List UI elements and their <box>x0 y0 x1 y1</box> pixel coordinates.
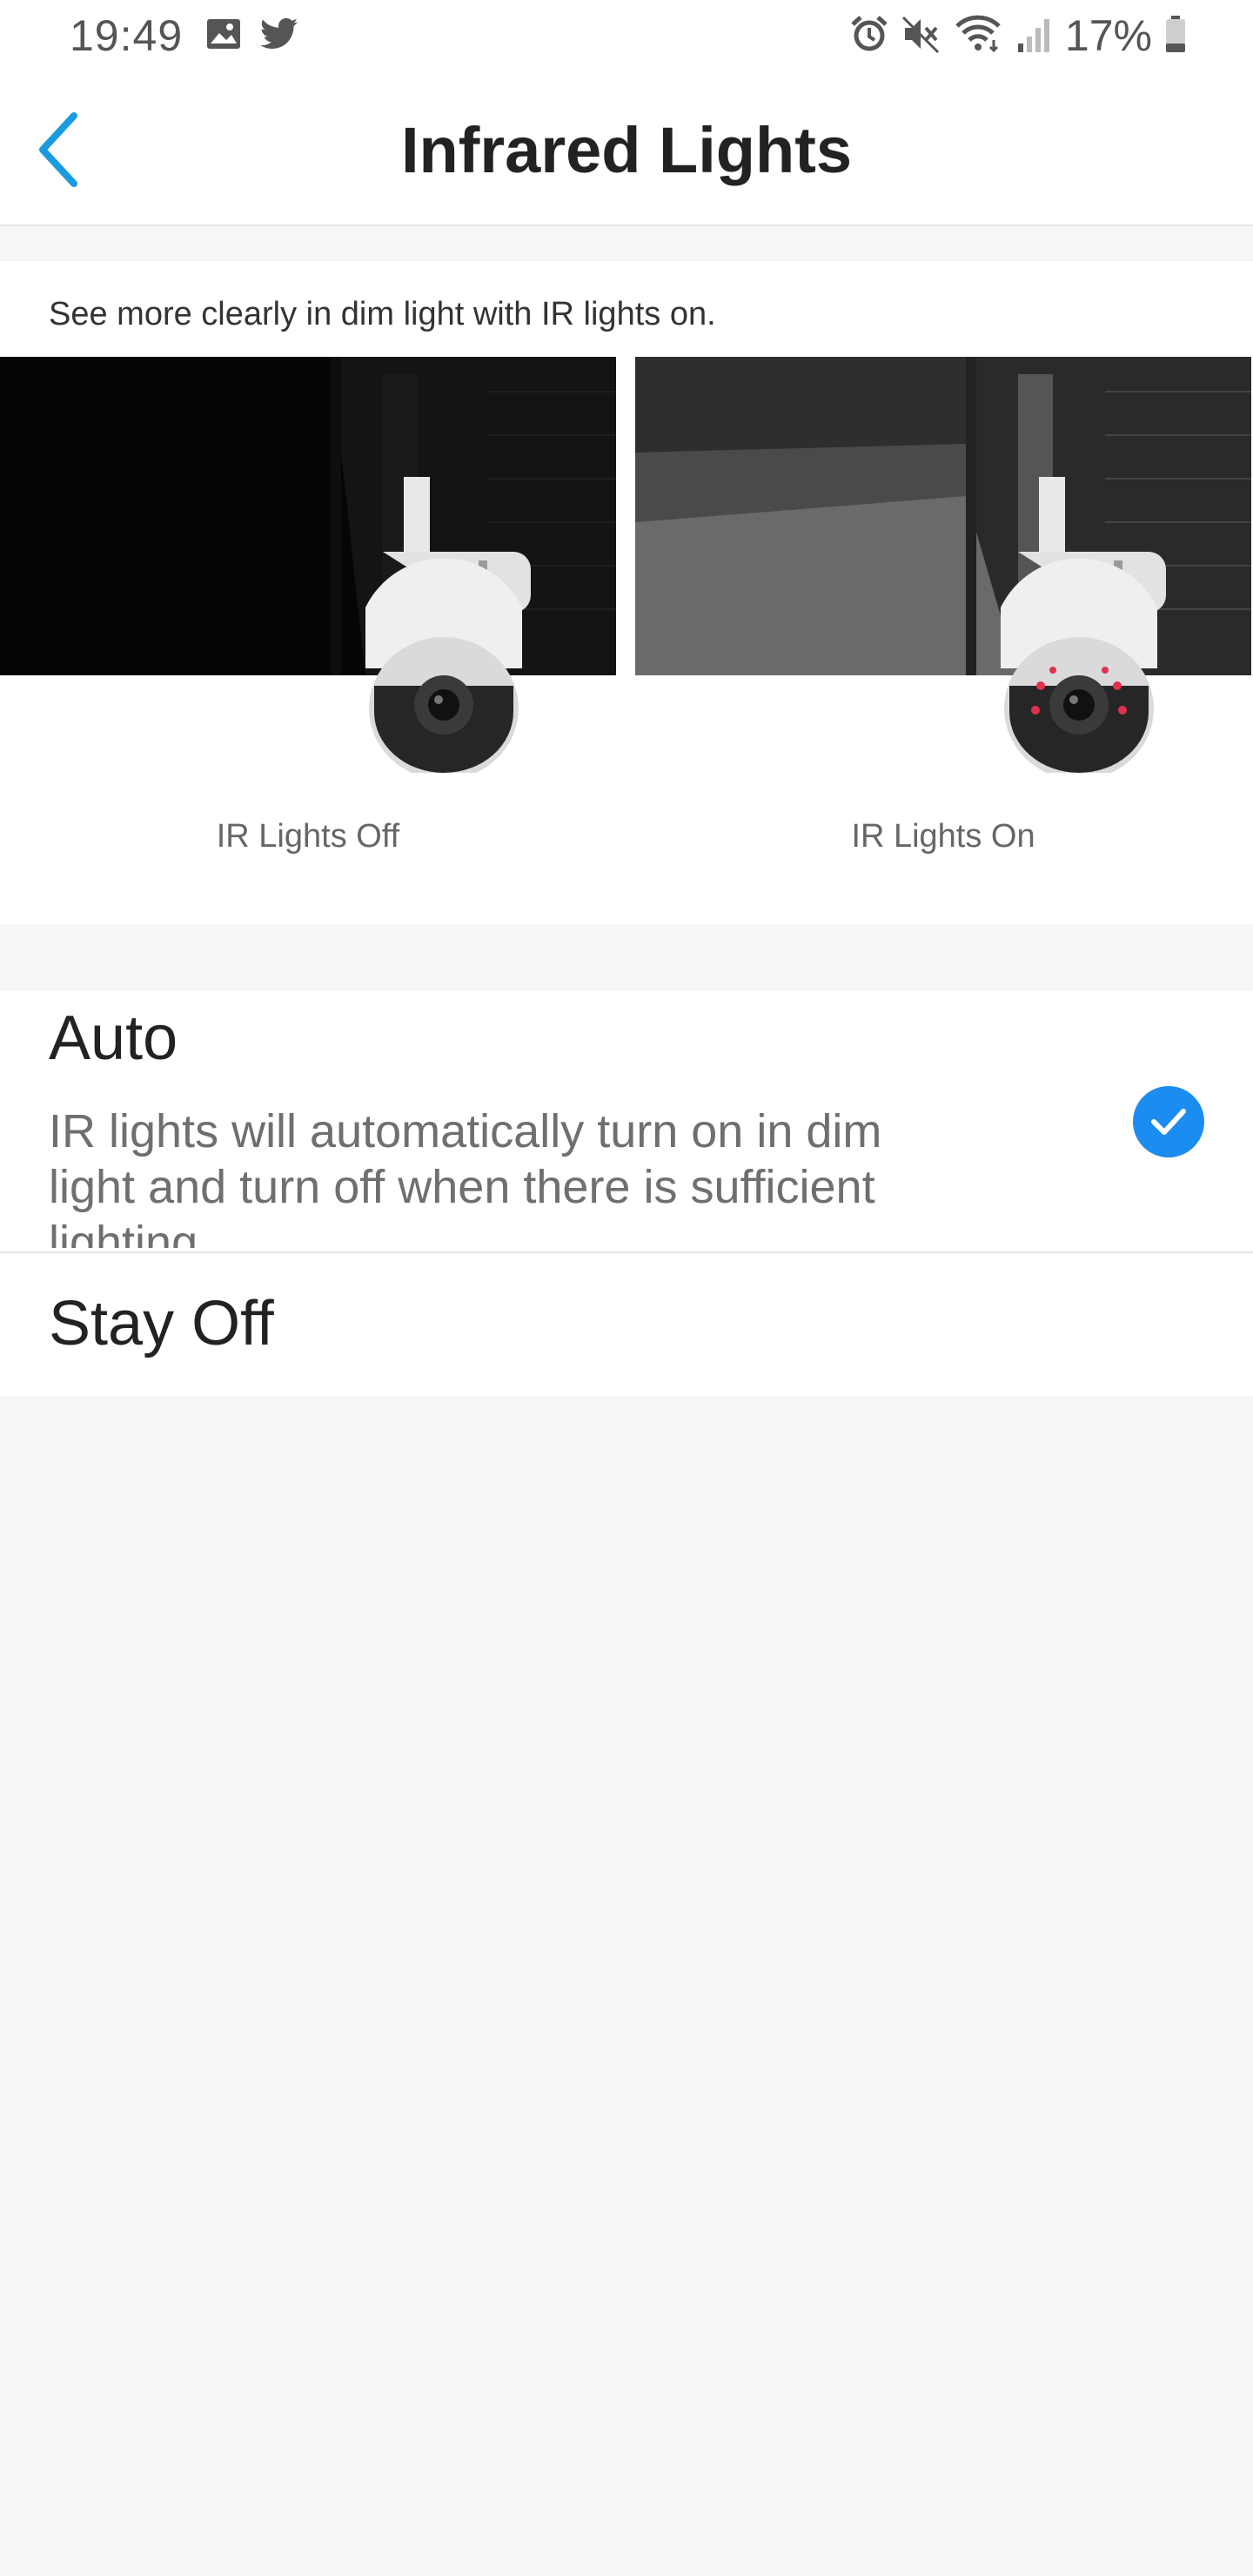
status-time: 19:49 <box>70 11 184 60</box>
wifi-icon <box>954 14 1002 58</box>
option-auto-description: IR lights will automatically turn on in … <box>49 1105 882 1248</box>
ir-illustration-section: See more clearly in dim light with IR li… <box>0 261 1253 924</box>
camera-product-image-on <box>983 477 1192 780</box>
signal-icon <box>1015 14 1053 58</box>
option-stay-off-title: Stay Off <box>49 1289 274 1358</box>
status-bar: 19:49 17% <box>0 0 1253 73</box>
camera-product-image-off <box>348 477 557 780</box>
ir-on-caption: IR Lights On <box>851 818 1035 855</box>
alarm-icon <box>849 14 889 58</box>
gallery-icon <box>205 17 242 55</box>
app-bar: Infrared Lights <box>0 73 1253 226</box>
status-right-icons: 17% <box>849 10 1187 61</box>
twitter-icon <box>259 17 299 55</box>
ir-mode-options: Auto IR lights will automatically turn o… <box>0 990 1253 1396</box>
status-left-icons <box>205 17 299 55</box>
battery-percent: 17% <box>1064 11 1152 60</box>
option-auto-title: Auto <box>49 1003 178 1073</box>
ir-off-caption: IR Lights Off <box>216 818 400 855</box>
checkmark-icon <box>1133 1086 1204 1157</box>
option-stay-off[interactable]: Stay Off <box>0 1253 1253 1396</box>
option-auto[interactable]: Auto IR lights will automatically turn o… <box>0 990 1253 1253</box>
battery-icon <box>1164 14 1187 58</box>
mute-icon <box>901 14 941 58</box>
illustration-description: See more clearly in dim light with IR li… <box>49 296 716 332</box>
page-title: Infrared Lights <box>400 114 853 186</box>
